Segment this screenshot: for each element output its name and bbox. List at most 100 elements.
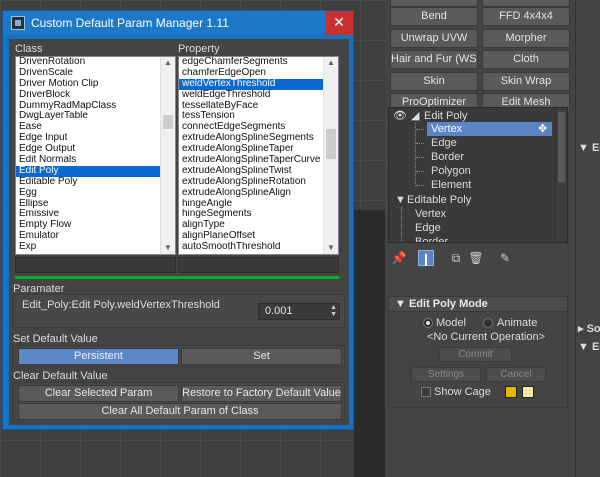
class-list-item[interactable]: Emissive	[16, 209, 175, 220]
property-scrollbar[interactable]: ▲ ▼	[323, 57, 338, 254]
property-listbox[interactable]: edgeChamferSegments chamferEdgeOpen weldVe…	[178, 56, 339, 255]
property-list-item[interactable]: extrudeAlongSplineRotation	[179, 177, 338, 188]
modifier-button[interactable]: Cloth	[482, 50, 570, 69]
scroll-down-icon[interactable]: ▼	[324, 242, 338, 254]
scroll-up-icon[interactable]: ▲	[324, 57, 338, 69]
scroll-thumb[interactable]	[163, 115, 173, 129]
property-filter-field[interactable]	[178, 257, 339, 273]
clear-selected-param-button[interactable]: Clear Selected Param	[18, 385, 179, 402]
property-list-item[interactable]: extrudeAlongSplineTaperCurve	[179, 155, 338, 166]
scroll-thumb[interactable]	[326, 129, 336, 159]
modifier-button[interactable]: Bend	[390, 7, 478, 26]
property-list-item[interactable]: weldVertexThreshold	[179, 78, 338, 90]
property-list-item[interactable]: weldEdgeThreshold	[179, 90, 338, 101]
stack-sub-border[interactable]: Border	[431, 150, 464, 164]
class-list-item[interactable]: DummyRadMapClass	[16, 101, 175, 112]
property-list-item[interactable]: autoSmoothThreshold	[179, 242, 338, 253]
stack-item-editable-poly[interactable]: Editable Poly	[407, 193, 471, 207]
stack-sub-edge[interactable]: Edge	[431, 136, 457, 150]
property-list-item[interactable]: connectEdgeSegments	[179, 122, 338, 133]
modifier-button[interactable]: Unwrap UVW	[390, 28, 478, 48]
class-list-item[interactable]: DrivenScale	[16, 68, 175, 79]
commit-button[interactable]: Commit	[439, 347, 512, 362]
property-list-item[interactable]: extrudeAlongSplineSegments	[179, 133, 338, 144]
class-list-item[interactable]: Egg	[16, 188, 175, 199]
stack-sub-border-2[interactable]: Border	[415, 235, 448, 242]
class-list-item[interactable]: Edit Normals	[16, 155, 175, 166]
cancel-button[interactable]: Cancel	[486, 367, 546, 382]
property-list-item[interactable]: tessTension	[179, 111, 338, 122]
cage-selected-color-swatch[interactable]	[522, 386, 534, 398]
stack-scrollbar[interactable]	[555, 108, 567, 242]
class-list-item[interactable]: Driver Motion Clip	[16, 79, 175, 90]
stack-sub-edge-2[interactable]: Edge	[415, 221, 441, 235]
title-bar[interactable]: Custom Default Param Manager 1.11 ✕	[3, 11, 353, 35]
property-list-item[interactable]: extrudeAlongSplineTaper	[179, 144, 338, 155]
collapse-triangle-icon[interactable]: ◢	[411, 109, 419, 123]
cage-color-swatch[interactable]	[505, 386, 517, 398]
parameter-value-spinner[interactable]: 0.001 ▲ ▼	[258, 303, 340, 320]
close-button[interactable]: ✕	[325, 11, 353, 35]
property-list-item[interactable]: alignType	[179, 220, 338, 231]
class-list-item[interactable]: Ease	[16, 122, 175, 133]
clear-all-default-param-button[interactable]: Clear All Default Param of Class	[18, 403, 342, 420]
spinner-arrows-icon[interactable]: ▲ ▼	[330, 304, 337, 318]
animate-radio[interactable]	[483, 318, 493, 328]
show-end-result-icon[interactable]: ❙	[418, 250, 434, 266]
remove-modifier-icon[interactable]: 🗑	[468, 250, 484, 266]
class-list-item[interactable]: DwgLayerTable	[16, 111, 175, 122]
class-list-item[interactable]: Edge Output	[16, 144, 175, 155]
modifier-button[interactable]: Skin	[390, 71, 478, 91]
property-list-item[interactable]: edgeChamferSegments	[179, 57, 338, 68]
scroll-up-icon[interactable]: ▲	[161, 57, 175, 69]
modifier-button[interactable]: Hair and Fur (WSM)	[390, 50, 478, 69]
property-list-item[interactable]: hingeSegments	[179, 209, 338, 220]
stack-item-edit-poly[interactable]: Edit Poly	[424, 109, 467, 123]
property-list-item[interactable]: chamferEdgeOpen	[179, 68, 338, 79]
make-unique-icon[interactable]: ⧉	[448, 250, 464, 266]
parameter-group: Edit_Poly:Edit Poly.weldVertexThreshold …	[13, 294, 345, 328]
modifier-button[interactable]: Skin Wrap	[482, 71, 570, 91]
property-list-item[interactable]: tessellateByFace	[179, 101, 338, 112]
class-scrollbar[interactable]: ▲ ▼	[160, 57, 175, 254]
modifier-button-top-right[interactable]	[482, 0, 570, 7]
modifier-button[interactable]: FFD 4x4x4	[482, 7, 570, 26]
class-listbox[interactable]: DrivenRotation DrivenScale Driver Motion C…	[15, 56, 176, 255]
class-filter-field[interactable]	[15, 257, 176, 273]
class-list-item[interactable]: Edge Input	[16, 133, 175, 144]
pin-stack-icon[interactable]: 📌	[391, 250, 407, 266]
property-list-item[interactable]: hingeAngle	[179, 199, 338, 210]
side-rollout-edit[interactable]: ▼ Edit	[578, 142, 600, 154]
class-list-item[interactable]: DriverBlock	[16, 90, 175, 101]
stack-sub-vertex-2[interactable]: Vertex	[415, 207, 446, 221]
model-radio[interactable]	[423, 318, 433, 328]
rollout-header-edit-poly-mode[interactable]: ▼ Edit Poly Mode	[388, 296, 568, 312]
set-button[interactable]: Set	[181, 348, 342, 365]
property-list-item[interactable]: extrudeAlongSplineTwist	[179, 166, 338, 177]
stack-sub-vertex[interactable]: Vertex	[427, 122, 552, 136]
stack-scroll-thumb[interactable]	[558, 112, 565, 182]
class-list-item[interactable]: Emulator	[16, 231, 175, 242]
scroll-down-icon[interactable]: ▼	[161, 242, 175, 254]
property-list-item[interactable]: alignPlaneOffset	[179, 231, 338, 242]
settings-button[interactable]: Settings	[411, 367, 481, 382]
stack-sub-polygon[interactable]: Polygon	[431, 164, 471, 178]
collapse-triangle-icon[interactable]: ▼	[395, 193, 406, 207]
persistent-button[interactable]: Persistent	[18, 348, 179, 365]
side-rollout-so[interactable]: ▸ So	[578, 322, 600, 335]
class-list-item[interactable]: Edit Poly	[16, 165, 175, 177]
modifier-button-top-left[interactable]	[390, 0, 478, 7]
restore-factory-default-button[interactable]: Restore to Factory Default Value	[181, 385, 342, 402]
property-list-item[interactable]: extrudeAlongSplineAlign	[179, 188, 338, 199]
class-list-item[interactable]: Empty Flow	[16, 220, 175, 231]
class-list-item[interactable]: Editable Poly	[16, 177, 175, 188]
stack-sub-element[interactable]: Element	[431, 178, 471, 192]
show-cage-checkbox[interactable]	[421, 387, 431, 397]
side-rollout-edi[interactable]: ▼ Edi	[578, 341, 600, 353]
configure-modifier-sets-icon[interactable]: ✎	[497, 250, 513, 266]
class-list-item[interactable]: Exp	[16, 242, 175, 253]
class-list-item[interactable]: Ellipse	[16, 199, 175, 210]
modifier-button[interactable]: Morpher	[482, 28, 570, 48]
class-list-item[interactable]: DrivenRotation	[16, 57, 175, 68]
modifier-stack[interactable]: 👁 ◢ Edit Poly Vertex ✥ Edge Border Polyg…	[388, 107, 568, 243]
